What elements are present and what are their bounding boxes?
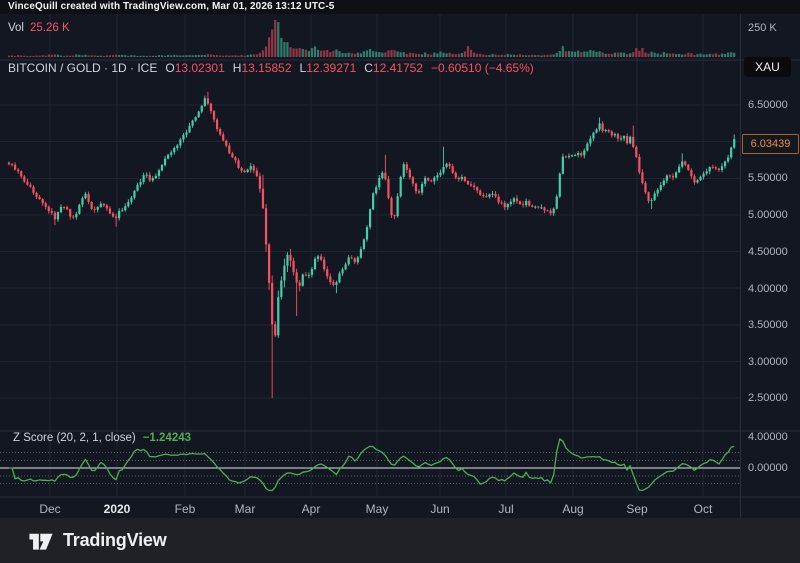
open-label: O [165,61,174,75]
price-tick: 3.00000 [748,356,788,368]
footer-bar: TradingView [0,518,800,563]
price-tick: 4.50000 [748,246,788,258]
time-tick: Dec [39,502,60,516]
low-value: 12.39271 [306,61,356,75]
volume-value: 25.26 K [30,22,70,34]
last-price-value: 6.03439 [751,138,791,150]
volume-label: Vol [8,22,24,34]
time-tick: Apr [302,502,321,516]
time-tick: 2020 [104,502,131,516]
zscore-label: Z Score (20, 2, 1, close) [13,432,136,444]
price-tick: 4.00000 [748,431,788,443]
price-tick: 3.50000 [748,319,788,331]
high-value: 13.15852 [241,61,291,75]
price-tick: 250 K [748,22,777,34]
price-unit-badge[interactable]: XAU [744,57,791,77]
change-value: −0.60510 (−4.65%) [431,61,534,75]
brand-name: TradingView [63,530,167,551]
time-tick: Jun [430,502,449,516]
price-tick: 5.50000 [748,172,788,184]
price-tick: 2.50000 [748,392,788,404]
time-tick: Oct [694,502,713,516]
price-tick: 6.50000 [748,99,788,111]
time-tick: Jul [498,502,513,516]
tradingview-brand[interactable]: TradingView [28,530,167,552]
tradingview-logo-icon [28,530,54,552]
attribution-bar: VinceQuill created with TradingView.com,… [0,0,800,14]
symbol-legend[interactable]: BITCOIN / GOLD · 1D · ICEO13.02301H13.15… [8,61,534,75]
tradingview-screenshot: VinceQuill created with TradingView.com,… [0,0,800,563]
chart-area[interactable]: Vol25.26 K BITCOIN / GOLD · 1D · ICEO13.… [0,14,800,518]
price-tick: 4.00000 [748,283,788,295]
price-unit-label: XAU [755,60,780,74]
time-tick: Feb [175,502,196,516]
time-axis[interactable]: Dec 2020 Feb Mar Apr May Jun Jul Aug Sep Oct [0,500,740,518]
close-label: C [364,61,373,75]
zscore-legend[interactable]: Z Score (20, 2, 1, close) −1.24243 [13,432,191,444]
time-tick: Aug [562,502,583,516]
time-tick: May [366,502,389,516]
zscore-value: −1.24243 [143,432,191,444]
price-tick: 0.00000 [748,462,788,474]
price-tick: 5.00000 [748,209,788,221]
last-price-label: 6.03439 [742,134,799,154]
time-tick: Sep [626,502,647,516]
symbol-title: BITCOIN / GOLD · 1D · ICE [8,61,157,75]
close-value: 12.41752 [373,61,423,75]
volume-legend[interactable]: Vol 25.26 K [8,22,70,34]
price-axis[interactable]: XAU 6.03439 250 K 6.50000 5.50000 5.00000 4.… [740,14,800,518]
open-value: 13.02301 [175,61,225,75]
attribution-text: VinceQuill created with TradingView.com,… [8,1,334,12]
time-tick: Mar [235,502,256,516]
